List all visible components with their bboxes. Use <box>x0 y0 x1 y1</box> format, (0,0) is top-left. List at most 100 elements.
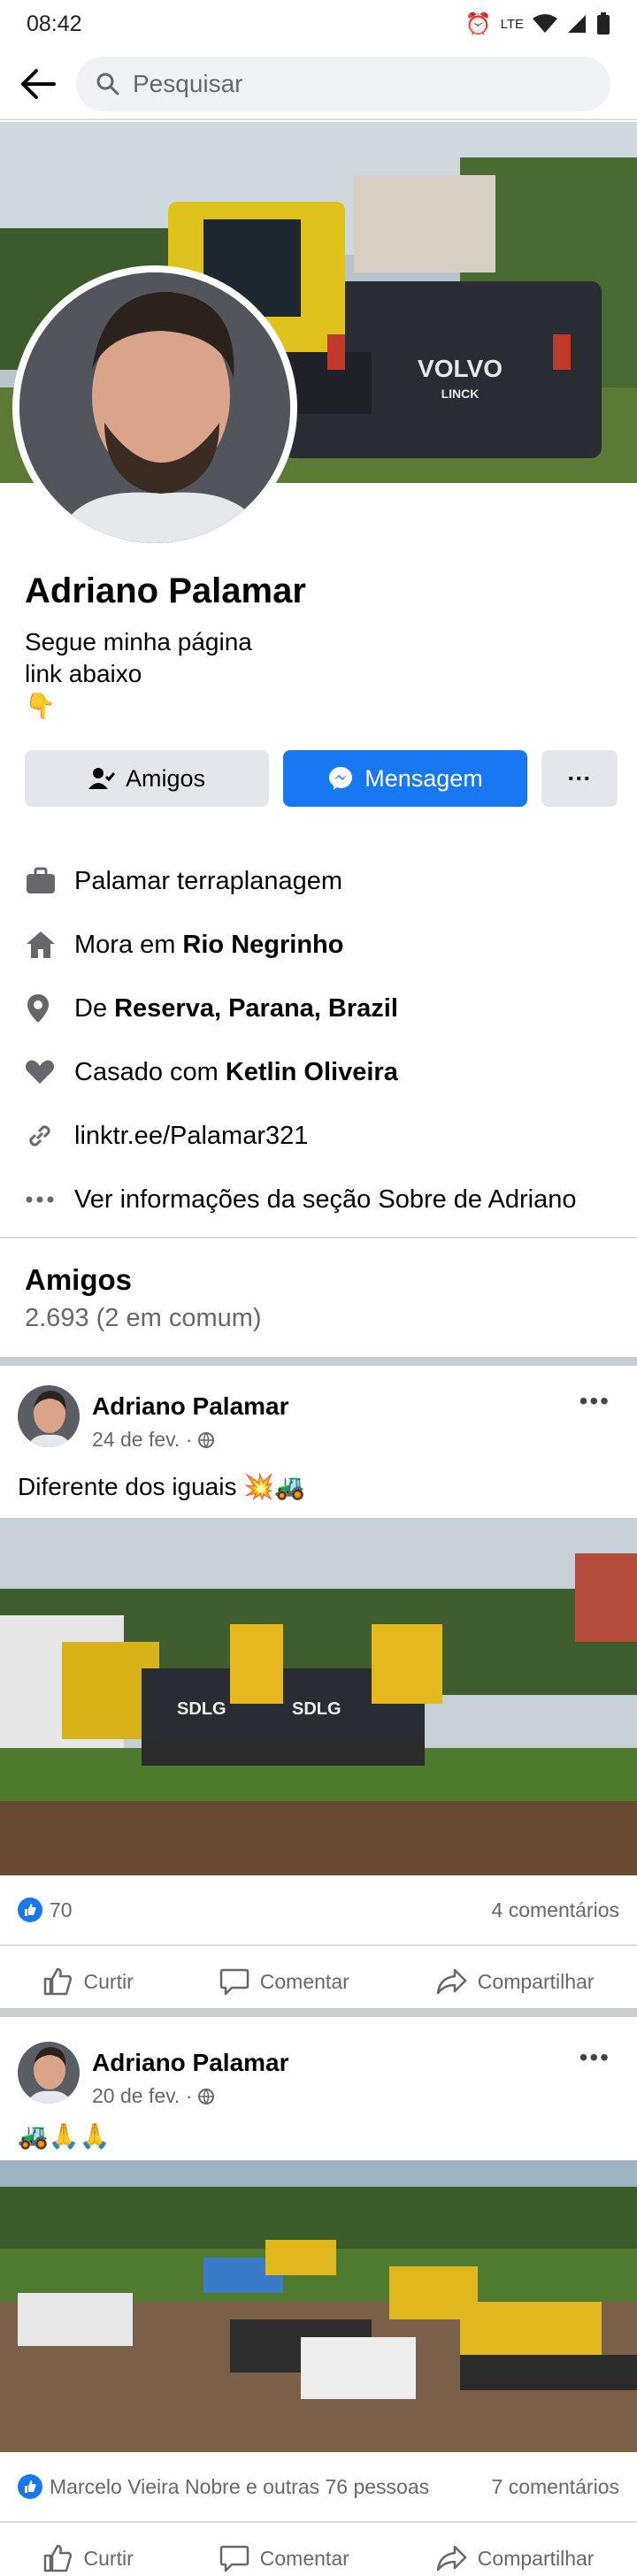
search-input[interactable]: Pesquisar <box>76 57 610 111</box>
share-label: Compartilhar <box>477 1969 595 1993</box>
profile-avatar[interactable] <box>12 265 297 550</box>
like-reaction-icon <box>25 1904 36 1916</box>
friends-title: Amigos <box>25 1263 133 1296</box>
post-image[interactable] <box>0 2160 637 2452</box>
info-relationship[interactable]: Casado com Ketlin Oliveira <box>25 1040 618 1104</box>
likes-summary[interactable]: 70 <box>18 1898 73 1922</box>
comment-label: Comentar <box>259 2546 349 2570</box>
share-icon <box>436 1968 467 1995</box>
share-button[interactable]: Compartilhar <box>435 2544 595 2572</box>
location-pin-icon <box>27 994 49 1023</box>
alarm-icon: ⏰ <box>464 12 492 36</box>
post-date-text: 24 de fev. · <box>92 1428 193 1451</box>
bio-emoji: 👇 <box>25 692 56 719</box>
network-label: LTE <box>500 16 524 32</box>
battery-icon <box>597 12 610 34</box>
post-header: Adriano Palamar 24 de fev. · ••• <box>0 1366 637 1454</box>
cover-brand-sub: LINCK <box>441 387 480 401</box>
arrow-left-icon <box>21 69 56 99</box>
friends-button-label: Amigos <box>125 764 206 792</box>
like-label: Curtir <box>83 2546 134 2570</box>
info-about[interactable]: Ver informações da seção Sobre de Adrian… <box>25 1168 618 1231</box>
info-married-prefix: Casado com <box>74 1057 219 1086</box>
info-work-text: Palamar terraplanagem <box>74 866 343 895</box>
friends-count[interactable]: 2.693 (2 em comum) <box>25 1304 262 1333</box>
message-button[interactable]: Mensagem <box>283 750 527 807</box>
back-button[interactable] <box>18 64 58 104</box>
more-button[interactable]: ··· <box>541 750 618 807</box>
share-label: Compartilhar <box>477 2546 595 2570</box>
info-work[interactable]: Palamar terraplanagem <box>25 849 618 913</box>
excavators-photo: SDLG SDLG <box>0 1518 637 1875</box>
profile-name: Adriano Palamar <box>25 571 306 610</box>
post-avatar[interactable] <box>18 2042 80 2104</box>
post-reactions: Marcelo Vieira Nobre e outras 76 pessoas… <box>0 2452 637 2523</box>
post-more-icon[interactable]: ••• <box>579 2043 610 2072</box>
post-reactions: 70 4 comentários <box>0 1875 637 1946</box>
friends-button[interactable]: Amigos <box>25 750 269 807</box>
info-from[interactable]: De Reserva, Parana, Brazil <box>25 977 618 1040</box>
like-button[interactable]: Curtir <box>43 1967 134 1996</box>
info-about-text: Ver informações da seção Sobre de Adrian… <box>74 1184 577 1214</box>
profile-actions: Amigos Mensagem ··· <box>25 750 618 807</box>
signal-icon <box>568 15 586 33</box>
profile-bio: Segue minha página link abaixo 👇 <box>25 626 252 722</box>
machinery-photo <box>0 2160 637 2452</box>
share-icon <box>436 2545 467 2572</box>
post-date-text: 20 de fev. · <box>92 2084 193 2107</box>
info-married-to: Ketlin Oliveira <box>225 1057 398 1086</box>
ellipsis-icon <box>26 1196 54 1203</box>
like-button[interactable]: Curtir <box>43 2544 134 2572</box>
more-dots-icon: ··· <box>567 764 592 792</box>
excavator-brand-1: SDLG <box>177 1699 226 1719</box>
comment-button[interactable]: Comentar <box>219 2544 349 2572</box>
section-divider <box>0 1357 637 1366</box>
home-icon <box>27 932 55 958</box>
share-button[interactable]: Compartilhar <box>435 1967 595 1996</box>
post: Adriano Palamar 24 de fev. · ••• Diferen… <box>0 1366 637 2017</box>
bio-line-2: link abaixo <box>25 660 142 687</box>
status-time: 08:42 <box>27 11 82 36</box>
info-link-text: linktr.ee/Palamar321 <box>74 1121 309 1150</box>
post-avatar[interactable] <box>18 1385 80 1447</box>
post-image[interactable]: SDLG SDLG <box>0 1518 637 1875</box>
info-lives[interactable]: Mora em Rio Negrinho <box>25 913 618 977</box>
post-author[interactable]: Adriano Palamar <box>92 2049 289 2077</box>
friend-check-icon <box>88 768 115 789</box>
post-author[interactable]: Adriano Palamar <box>92 1392 289 1421</box>
cover-brand: VOLVO <box>418 355 503 382</box>
post: Adriano Palamar 20 de fev. · ••• 🚜🙏🙏 Mar… <box>0 2022 637 2576</box>
status-icons: ⏰ LTE <box>465 12 610 37</box>
like-reaction-icon <box>25 2480 36 2493</box>
like-label: Curtir <box>83 1969 134 1993</box>
section-divider <box>0 2008 637 2017</box>
info-from-prefix: De <box>74 993 108 1023</box>
comment-button[interactable]: Comentar <box>219 1967 349 1996</box>
thumbs-up-icon <box>43 1967 72 1996</box>
thumbs-up-icon <box>43 2544 72 2572</box>
info-lives-city: Rio Negrinho <box>182 930 344 959</box>
comment-icon <box>219 2545 249 2572</box>
messenger-icon <box>329 767 353 790</box>
message-button-label: Mensagem <box>365 764 483 792</box>
post-date: 20 de fev. · <box>92 2084 215 2108</box>
divider <box>0 1237 637 1238</box>
info-link[interactable]: linktr.ee/Palamar321 <box>25 1104 618 1168</box>
globe-icon <box>198 2088 215 2104</box>
post-date: 24 de fev. · <box>92 1428 215 1452</box>
bio-line-1: Segue minha página <box>25 628 252 656</box>
comment-icon <box>219 1968 249 1996</box>
status-bar: 08:42 ⏰ LTE <box>0 0 637 48</box>
post-more-icon[interactable]: ••• <box>579 1387 610 1415</box>
profile-info-list: Palamar terraplanagem Mora em Rio Negrinh… <box>25 849 618 1231</box>
likes-summary[interactable]: Marcelo Vieira Nobre e outras 76 pessoas <box>18 2474 429 2499</box>
search-header: Pesquisar <box>0 50 637 120</box>
post-text: 🚜🙏🙏 <box>18 2121 111 2150</box>
comments-count[interactable]: 7 comentários <box>492 2475 619 2499</box>
heart-icon <box>25 1060 55 1084</box>
comments-count[interactable]: 4 comentários <box>492 1898 619 1922</box>
comment-label: Comentar <box>259 1969 349 1993</box>
post-action-bar: Curtir Comentar Compartilhar <box>0 2523 637 2576</box>
search-placeholder: Pesquisar <box>133 70 243 97</box>
globe-icon <box>198 1431 215 1448</box>
